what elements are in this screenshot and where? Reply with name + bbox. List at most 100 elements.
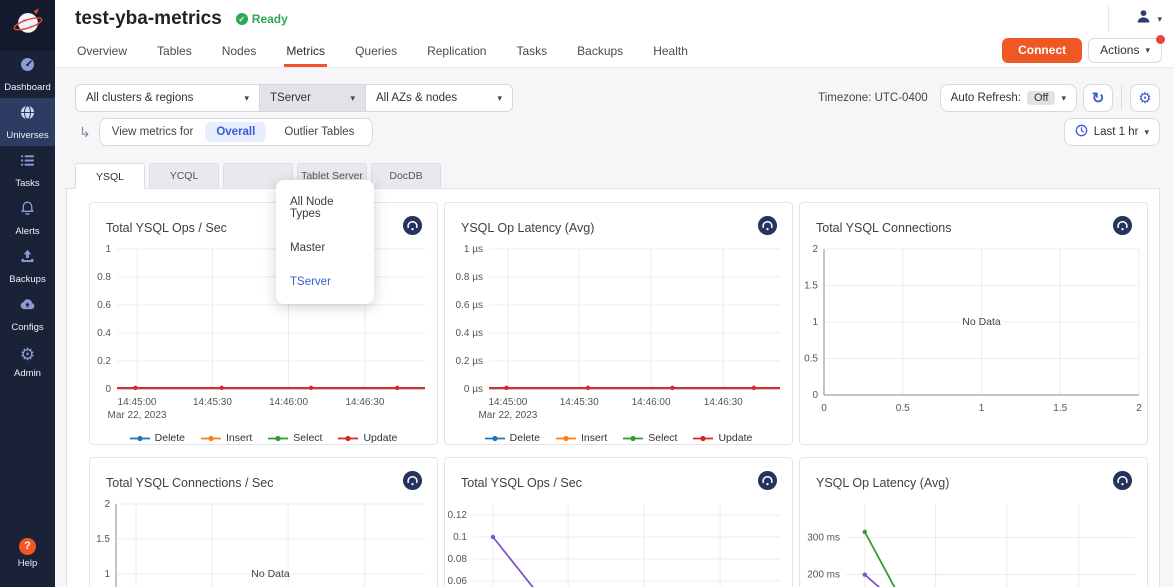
universe-globe-icon bbox=[18, 103, 37, 127]
tab-replication[interactable]: Replication bbox=[425, 38, 488, 67]
svg-text:1.5: 1.5 bbox=[1053, 403, 1067, 414]
svg-text:0.4: 0.4 bbox=[97, 328, 111, 339]
view-metrics-overall[interactable]: Overall bbox=[205, 122, 266, 142]
actions-button[interactable]: Actions ▾ bbox=[1088, 38, 1162, 63]
chart-card-ysql-op-latency-avg: YSQL Op Latency (Avg)100 ms200 ms300 ms bbox=[799, 457, 1148, 587]
svg-text:0.12: 0.12 bbox=[448, 510, 468, 521]
chart-legend: Delete Insert Select Update bbox=[90, 432, 437, 444]
user-menu[interactable]: ▾ bbox=[1135, 8, 1162, 30]
refresh-icon: ↻ bbox=[1092, 91, 1105, 106]
svg-text:14:46:30: 14:46:30 bbox=[704, 397, 743, 408]
sidebar-item-alerts[interactable]: Alerts bbox=[0, 194, 55, 242]
yugabyte-logo-icon[interactable] bbox=[402, 215, 423, 241]
sidebar-item-universes[interactable]: Universes bbox=[0, 98, 55, 146]
svg-text:2: 2 bbox=[812, 244, 818, 255]
series-update bbox=[865, 575, 950, 587]
tab-metrics[interactable]: Metrics bbox=[284, 38, 327, 67]
legend-item-delete[interactable]: Delete bbox=[485, 432, 540, 444]
view-metrics-outlier-tables[interactable]: Outlier Tables bbox=[278, 122, 360, 142]
view-metrics-group: View metrics for Overall Outlier Tables bbox=[99, 118, 374, 146]
legend-item-insert[interactable]: Insert bbox=[556, 432, 607, 444]
legend-item-insert[interactable]: Insert bbox=[201, 432, 252, 444]
tab-queries[interactable]: Queries bbox=[353, 38, 399, 67]
tab-tables[interactable]: Tables bbox=[155, 38, 194, 67]
dashboard-gauge-icon bbox=[18, 55, 37, 79]
svg-text:14:46:00: 14:46:00 bbox=[632, 397, 671, 408]
connect-button[interactable]: Connect bbox=[1002, 38, 1082, 63]
sidebar-item-label: Alerts bbox=[15, 226, 39, 237]
chevron-down-icon: ▾ bbox=[497, 93, 502, 104]
legend-item-update[interactable]: Update bbox=[338, 432, 397, 444]
legend-item-select[interactable]: Select bbox=[268, 432, 322, 444]
chart-title: YSQL Op Latency (Avg) bbox=[816, 476, 949, 490]
configs-cloud-icon bbox=[18, 295, 37, 319]
auto-refresh-dropdown[interactable]: Auto Refresh: Off ▾ bbox=[940, 84, 1077, 112]
legend-item-delete[interactable]: Delete bbox=[130, 432, 185, 444]
menu-item-master[interactable]: Master bbox=[276, 231, 374, 265]
chart-title: Total YSQL Connections bbox=[816, 221, 952, 235]
sidebar-item-help[interactable]: ? Help bbox=[0, 529, 55, 577]
yugabyte-logo-icon[interactable] bbox=[1112, 215, 1133, 241]
svg-text:0: 0 bbox=[105, 384, 111, 395]
clusters-regions-dropdown[interactable]: All clusters & regions ▾ bbox=[75, 84, 260, 112]
yugabyte-logo-icon[interactable] bbox=[757, 215, 778, 241]
sidebar-item-admin[interactable]: ⚙Admin bbox=[0, 338, 55, 386]
yugabyte-logo-icon[interactable] bbox=[757, 470, 778, 496]
chart-card-header: Total YSQL Connections bbox=[800, 203, 1147, 243]
sidebar-item-label: Configs bbox=[11, 322, 43, 333]
metric-tab-ysql[interactable]: YSQL bbox=[75, 163, 145, 189]
yugabyte-logo[interactable] bbox=[0, 0, 55, 50]
svg-text:300 ms: 300 ms bbox=[807, 532, 840, 543]
sidebar: Dashboard Universes Tasks Alerts Backups Conf… bbox=[0, 0, 55, 587]
tab-nodes[interactable]: Nodes bbox=[220, 38, 259, 67]
time-range-dropdown[interactable]: Last 1 hr ▾ bbox=[1064, 118, 1160, 146]
svg-text:0: 0 bbox=[821, 403, 827, 414]
sidebar-item-label: Admin bbox=[14, 368, 41, 379]
svg-text:1 µs: 1 µs bbox=[464, 244, 483, 255]
sidebar-item-label: Universes bbox=[6, 130, 48, 141]
sidebar-item-tasks[interactable]: Tasks bbox=[0, 146, 55, 194]
sidebar-item-backups[interactable]: Backups bbox=[0, 242, 55, 290]
svg-text:Mar 22, 2023: Mar 22, 2023 bbox=[108, 410, 167, 421]
sidebar-item-dashboard[interactable]: Dashboard bbox=[0, 50, 55, 98]
metric-category-tabs: YSQLYCQLTablet ServerDocDB bbox=[75, 163, 1160, 188]
chart-card-ysql-op-latency-avg: YSQL Op Latency (Avg)0 µs0.2 µs0.4 µs0.6… bbox=[444, 202, 793, 445]
menu-item-all-node-types[interactable]: All Node Types bbox=[276, 185, 374, 231]
yugabyte-logo-icon[interactable] bbox=[402, 470, 423, 496]
auto-refresh-value: Off bbox=[1027, 91, 1055, 105]
svg-text:200 ms: 200 ms bbox=[807, 570, 840, 581]
metric-tab-docdb[interactable]: DocDB bbox=[371, 163, 441, 188]
check-icon: ✓ bbox=[236, 13, 248, 25]
chart-legend: Delete Insert Select Update bbox=[445, 432, 792, 444]
tab-tasks[interactable]: Tasks bbox=[514, 38, 549, 67]
refresh-button[interactable]: ↻ bbox=[1083, 84, 1113, 112]
svg-text:0: 0 bbox=[812, 390, 818, 401]
sidebar-item-label: Dashboard bbox=[4, 82, 50, 93]
az-nodes-dropdown[interactable]: All AZs & nodes ▾ bbox=[365, 84, 513, 112]
no-data-label: No Data bbox=[962, 316, 1001, 328]
svg-text:0.8: 0.8 bbox=[97, 272, 111, 283]
series-select bbox=[865, 532, 928, 587]
universe-tabs: Overview Tables Nodes Metrics Queries Replica… bbox=[75, 38, 690, 67]
svg-text:1.5: 1.5 bbox=[96, 534, 110, 545]
chart-card-header: Total YSQL Ops / Sec bbox=[445, 458, 792, 498]
tab-overview[interactable]: Overview bbox=[75, 38, 129, 67]
node-type-dropdown[interactable]: TServer ▾ bbox=[259, 84, 366, 112]
svg-text:1: 1 bbox=[104, 569, 110, 580]
tab-health[interactable]: Health bbox=[651, 38, 690, 67]
legend-item-select[interactable]: Select bbox=[623, 432, 677, 444]
sidebar-item-configs[interactable]: Configs bbox=[0, 290, 55, 338]
metrics-settings-button[interactable]: ⚙ bbox=[1130, 84, 1160, 112]
view-metrics-label: View metrics for bbox=[112, 126, 194, 138]
tab-backups[interactable]: Backups bbox=[575, 38, 625, 67]
main-area: test-yba-metrics ✓ Ready ▾ bbox=[55, 0, 1174, 587]
chart-grid: Total YSQL Ops / Sec00.20.40.60.8114:45:… bbox=[67, 189, 1159, 587]
chevron-down-icon: ▾ bbox=[244, 93, 249, 104]
legend-item-update[interactable]: Update bbox=[693, 432, 752, 444]
chart-card-total-ysql-connections: Total YSQL Connections00.511.52No Data00… bbox=[799, 202, 1148, 445]
chevron-down-icon: ▾ bbox=[350, 93, 355, 104]
metric-tab-ycql[interactable]: YCQL bbox=[149, 163, 219, 188]
svg-text:0.06: 0.06 bbox=[448, 576, 468, 587]
menu-item-tserver[interactable]: TServer bbox=[276, 265, 374, 299]
yugabyte-logo-icon[interactable] bbox=[1112, 470, 1133, 496]
